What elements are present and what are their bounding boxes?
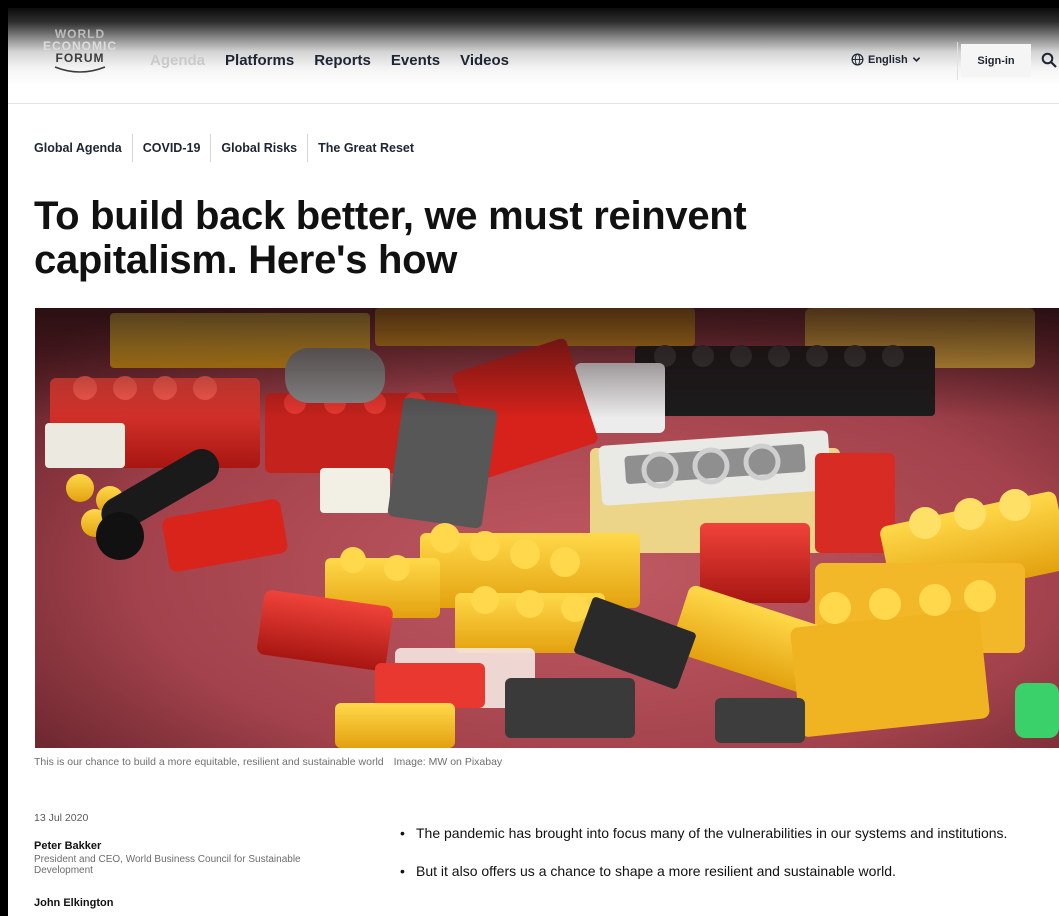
search-icon[interactable] xyxy=(1041,52,1057,68)
nav-agenda[interactable]: Agenda xyxy=(150,52,205,69)
site-header: WORLD ECONOMIC FORUM Agenda Platforms Re… xyxy=(8,8,1059,104)
tag-global-risks[interactable]: Global Risks xyxy=(211,134,309,162)
author-role: President and CEO, World Business Counci… xyxy=(34,854,301,876)
tag-global-agenda[interactable]: Global Agenda xyxy=(34,134,133,162)
header-divider xyxy=(957,42,958,80)
tag-great-reset[interactable]: The Great Reset xyxy=(308,134,424,162)
nav-platforms[interactable]: Platforms xyxy=(225,52,294,69)
logo-line-3: FORUM xyxy=(55,51,105,65)
image-caption: This is our chance to build a more equit… xyxy=(34,756,502,768)
article-title: To build back better, we must reinvent c… xyxy=(34,194,747,282)
nav-videos[interactable]: Videos xyxy=(460,52,509,69)
main-nav: Agenda Platforms Reports Events Videos xyxy=(150,52,509,69)
lego-bricks-photo xyxy=(35,308,1059,748)
chevron-down-icon xyxy=(912,57,920,62)
logo-swoosh-icon xyxy=(54,66,106,73)
language-selector[interactable]: English xyxy=(851,53,921,66)
browser-viewport: WORLD ECONOMIC FORUM Agenda Platforms Re… xyxy=(8,8,1059,916)
key-point: But it also offers us a chance to shape … xyxy=(398,858,1038,885)
hero-image xyxy=(35,308,1059,748)
wef-logo[interactable]: WORLD ECONOMIC FORUM xyxy=(30,28,130,94)
globe-icon xyxy=(851,53,864,66)
sign-in-button[interactable]: Sign-in xyxy=(961,44,1031,77)
image-credit: Image: MW on Pixabay xyxy=(393,756,503,768)
nav-reports[interactable]: Reports xyxy=(314,52,371,69)
publish-date: 13 Jul 2020 xyxy=(34,812,89,824)
caption-text: This is our chance to build a more equit… xyxy=(34,756,384,768)
language-label: English xyxy=(868,53,908,66)
key-point: The pandemic has brought into focus many… xyxy=(398,820,1038,847)
author-name[interactable]: John Elkington xyxy=(34,897,113,909)
author-name[interactable]: Peter Bakker xyxy=(34,840,101,852)
key-points-list: The pandemic has brought into focus many… xyxy=(398,820,1038,896)
topic-tags: Global Agenda COVID-19 Global Risks The … xyxy=(34,134,424,162)
tag-covid-19[interactable]: COVID-19 xyxy=(133,134,212,162)
nav-events[interactable]: Events xyxy=(391,52,440,69)
